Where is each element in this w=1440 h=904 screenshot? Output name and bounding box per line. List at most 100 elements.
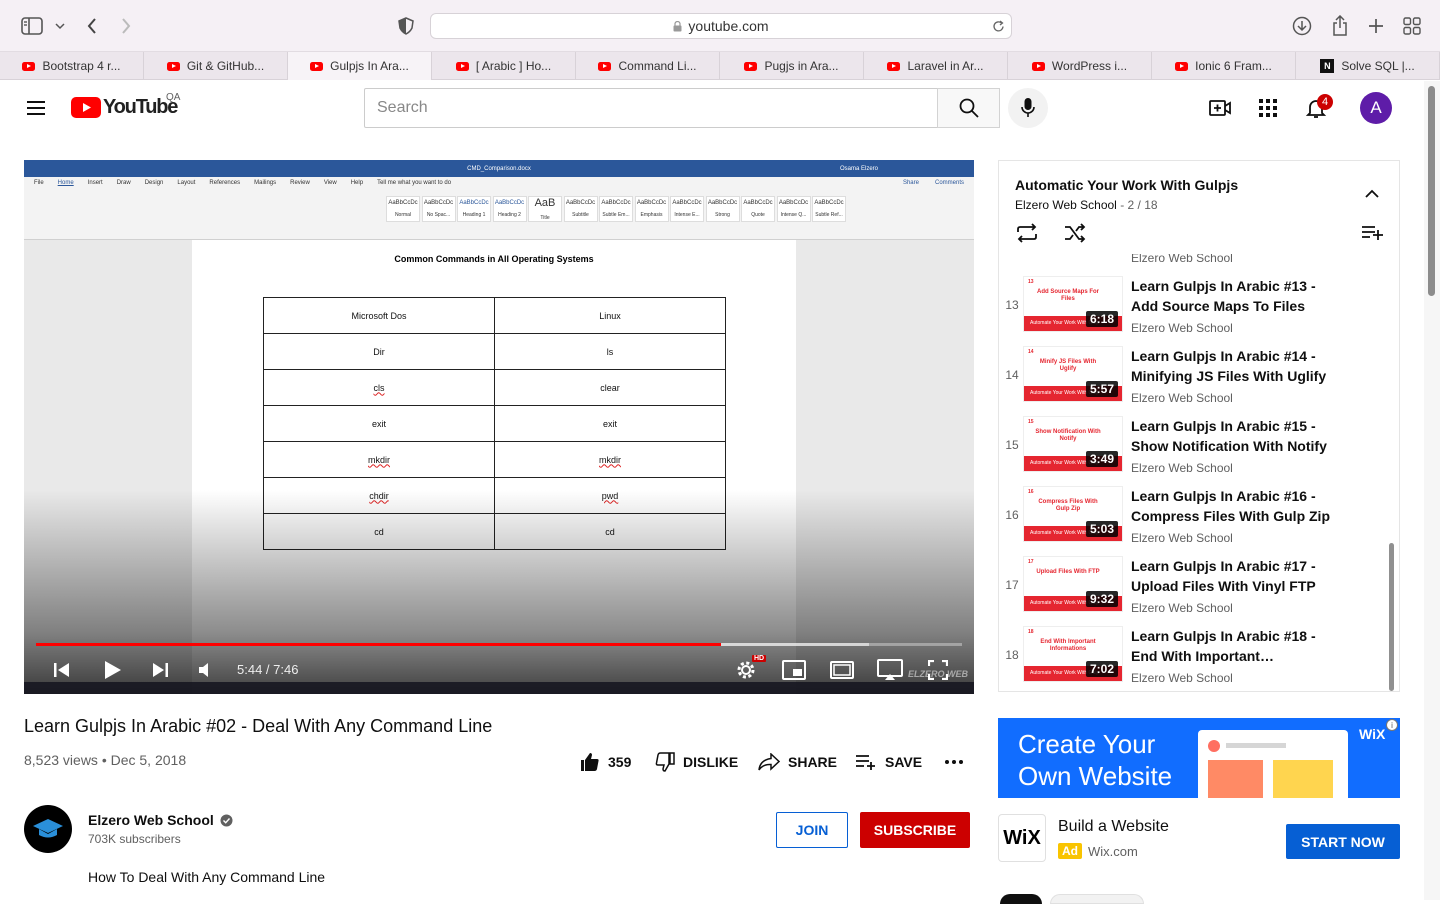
playlist-item-title[interactable]: Learn Gulpjs In Arabic #15 - Show Notifi… [1131,416,1331,456]
address-bar[interactable]: youtube.com [430,13,1012,39]
cast-button[interactable] [876,656,904,684]
chip-partial-2[interactable] [1050,894,1144,904]
commands-table-cell: exit [263,405,495,442]
channel-avatar[interactable] [24,805,72,853]
reload-icon[interactable] [992,19,1005,33]
commands-table-row: cls clear [263,369,726,406]
word-style-name: Heading 2 [498,212,521,218]
playlist-channel[interactable]: Elzero Web School [1015,198,1117,212]
save-button[interactable]: SAVE [855,748,922,776]
word-style-item: AaBbCcDc Emphasis [634,196,669,222]
share-icon[interactable] [1328,14,1352,38]
ad-title[interactable]: Build a Website [1058,818,1169,836]
browser-tab[interactable]: Pugjs in Ara... [720,52,864,80]
youtube-logo[interactable]: YouTube [71,96,178,119]
forward-icon[interactable] [114,14,138,38]
like-button[interactable]: 359 [580,748,631,776]
ad-cta-button[interactable]: START NOW [1286,824,1400,859]
commands-table-row: mkdir mkdir [263,441,726,478]
miniplayer-button[interactable] [780,656,808,684]
subscribe-button[interactable]: SUBSCRIBE [860,812,970,848]
playlist-item[interactable]: 16 16 Compress Files With Gulp Zip Automate… [999,486,1387,556]
word-style-sample: AaBbCcDc [565,200,596,206]
apps-grid-icon[interactable] [1257,97,1279,124]
ad-logo[interactable]: WiX [998,814,1046,862]
browser-tab[interactable]: Gulpjs In Ara... [288,52,432,80]
word-ribbon-tab: View [323,180,337,186]
browser-tab[interactable]: [ Arabic ] Ho... [432,52,576,80]
privacy-shield-icon[interactable] [394,14,418,38]
playlist-item[interactable]: 17 17 Upload Files With FTP Automate Your W… [999,556,1387,626]
back-icon[interactable] [80,14,104,38]
playlist-title[interactable]: Automatic Your Work With Gulpjs [1015,177,1238,193]
page-scrollbar-thumb[interactable] [1428,86,1435,296]
browser-tab[interactable]: N Solve SQL |... [1296,52,1440,80]
playlist-menu-icon[interactable] [1361,225,1383,246]
playlist-item-title[interactable]: Learn Gulpjs In Arabic #17 - Upload File… [1131,556,1331,596]
search-button[interactable] [937,88,1000,128]
tab-overview-icon[interactable] [1400,14,1424,38]
sidebar-toggle-icon[interactable] [20,14,44,38]
playlist-item-thumbnail[interactable]: 14 Minify JS Files With Uglify Automate Yo… [1023,346,1123,402]
new-tab-icon[interactable] [1364,14,1388,38]
channel-name[interactable]: Elzero Web School [88,812,233,828]
next-button[interactable] [146,656,174,684]
browser-tab-label: Laravel in Ar... [907,59,984,73]
voice-search-button[interactable] [1008,88,1048,128]
browser-tab[interactable]: Bootstrap 4 r... [0,52,144,80]
account-avatar[interactable]: A [1360,92,1392,124]
create-video-icon[interactable] [1208,96,1232,125]
more-actions-button[interactable] [944,748,964,776]
browser-tab[interactable]: WordPress i... [1008,52,1152,80]
shuffle-icon[interactable] [1063,223,1087,248]
settings-button[interactable]: HD [732,655,767,684]
thumbnail-topic: Upload Files With FTP [1036,569,1100,575]
search-input[interactable]: Search [364,88,938,128]
playlist-item[interactable]: 13 13 Add Source Maps For Files Automate Yo… [999,276,1387,346]
playlist-item-title[interactable]: Learn Gulpjs In Arabic #18 - End With Im… [1131,626,1331,666]
gear-icon [737,661,755,679]
playlist-item-title[interactable]: Learn Gulpjs In Arabic #14 - Minifying J… [1131,346,1331,386]
playlist-scrollbar-thumb[interactable] [1389,543,1394,691]
playlist-item-thumbnail[interactable]: 17 Upload Files With FTP Automate Your Wor… [1023,556,1123,612]
previous-button[interactable] [48,656,76,684]
ad-info-icon[interactable]: i [1386,719,1398,731]
word-ribbon-tab: Help [350,180,364,186]
playlist-item[interactable]: 18 18 End With Important Informations Autom… [999,626,1387,691]
chip-partial[interactable] [1000,894,1042,904]
commands-table-cell: Linux [494,297,726,334]
playlist-item-thumbnail[interactable]: 13 Add Source Maps For Files Automate Your… [1023,276,1123,332]
ad-banner[interactable]: Create Your Own Website [998,718,1400,798]
collapse-playlist-icon[interactable] [1365,185,1379,203]
progress-bar[interactable] [36,643,962,646]
volume-button[interactable] [192,656,220,684]
playlist-items[interactable]: Elzero Web School 13 13 Add Source Maps Fo… [999,254,1387,691]
browser-tab[interactable]: Git & GitHub... [144,52,288,80]
join-button[interactable]: JOIN [776,812,848,848]
browser-toolbar: youtube.com [0,0,1440,52]
video-player[interactable]: CMD_Comparison.docx Osama Elzero File Hom… [24,160,974,694]
loop-icon[interactable] [1015,223,1039,248]
dislike-button[interactable]: DISLIKE [655,748,738,776]
browser-tab[interactable]: Laravel in Ar... [864,52,1008,80]
play-button[interactable] [98,656,126,684]
thumbnail-episode-number: 18 [1028,629,1034,635]
menu-icon[interactable] [24,96,48,125]
playlist-item[interactable]: 15 15 Show Notification With Notify Automat… [999,416,1387,486]
playlist-item-thumbnail[interactable]: 18 End With Important Informations Automat… [1023,626,1123,682]
playlist-item-title[interactable]: Learn Gulpjs In Arabic #13 - Add Source … [1131,276,1331,316]
youtube-icon [22,61,36,71]
playlist-item-thumbnail[interactable]: 15 Show Notification With Notify Automate … [1023,416,1123,472]
browser-tab[interactable]: Command Li... [576,52,720,80]
theater-mode-button[interactable] [828,656,856,684]
playlist-item-thumbnail[interactable]: 16 Compress Files With Gulp Zip Automate Y… [1023,486,1123,542]
playlist-item-title[interactable]: Learn Gulpjs In Arabic #16 - Compress Fi… [1131,486,1331,526]
browser-tab[interactable]: Ionic 6 Fram... [1152,52,1296,80]
playlist-item-index: 16 [1005,508,1019,522]
playlist-item[interactable]: 14 14 Minify JS Files With Uglify Automate … [999,346,1387,416]
download-icon[interactable] [1290,14,1314,38]
word-style-sample: AaBbCcDc [388,200,418,206]
chevron-down-icon[interactable] [48,14,72,38]
share-button[interactable]: SHARE [758,748,837,776]
channel-watermark[interactable]: ELZERO WEB [908,669,968,679]
